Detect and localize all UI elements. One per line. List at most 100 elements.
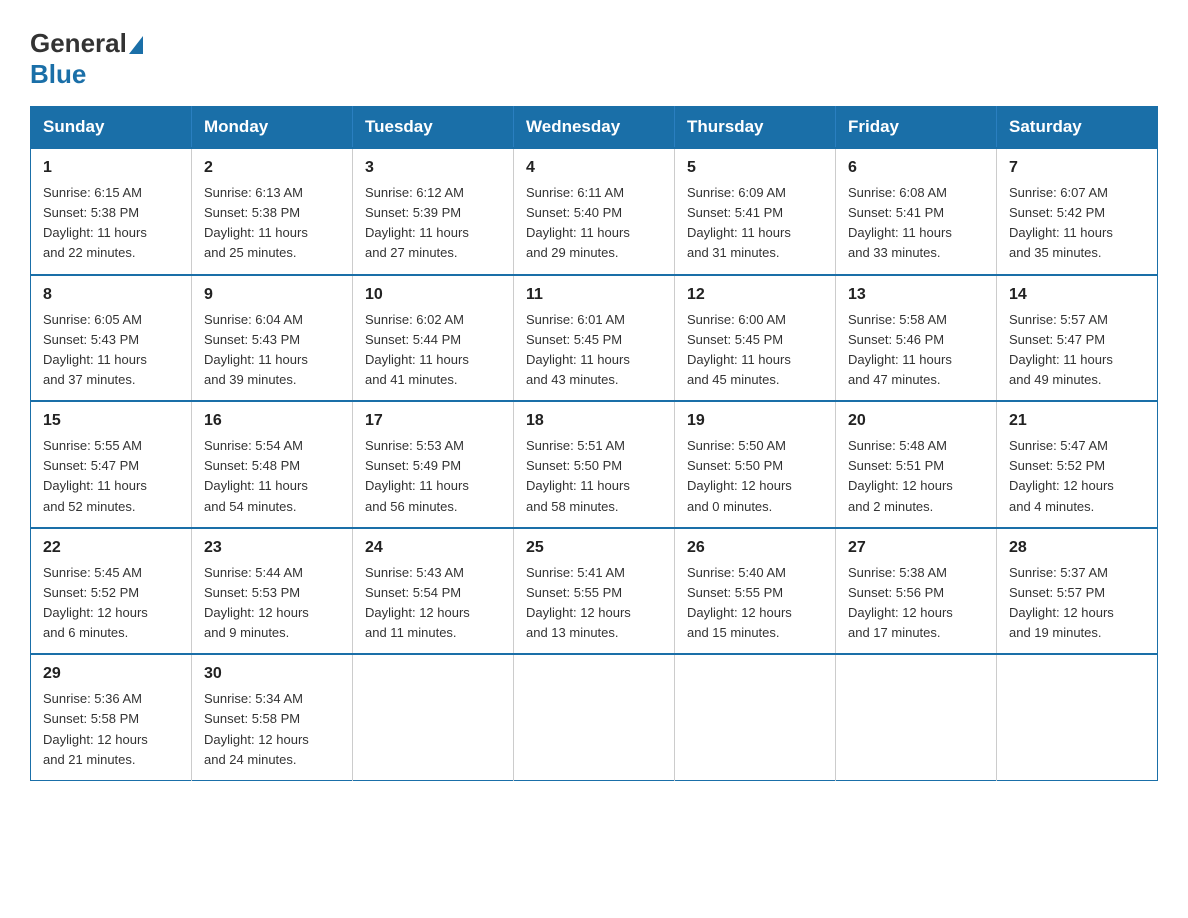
calendar-day-cell: 24 Sunrise: 5:43 AM Sunset: 5:54 PM Dayli… — [353, 528, 514, 655]
day-info: Sunrise: 5:54 AM Sunset: 5:48 PM Dayligh… — [204, 436, 340, 517]
calendar-day-cell: 22 Sunrise: 5:45 AM Sunset: 5:52 PM Dayli… — [31, 528, 192, 655]
calendar-day-cell: 30Sunrise: 5:34 AM Sunset: 5:58 PM Dayli… — [192, 654, 353, 780]
day-info: Sunrise: 5:57 AM Sunset: 5:47 PM Dayligh… — [1009, 310, 1145, 391]
day-info: Sunrise: 5:38 AM Sunset: 5:56 PM Dayligh… — [848, 563, 984, 644]
day-info: Sunrise: 6:08 AM Sunset: 5:41 PM Dayligh… — [848, 183, 984, 264]
day-info: Sunrise: 5:58 AM Sunset: 5:46 PM Dayligh… — [848, 310, 984, 391]
logo-arrow-icon — [129, 36, 143, 54]
day-info: Sunrise: 6:00 AM Sunset: 5:45 PM Dayligh… — [687, 310, 823, 391]
day-info: Sunrise: 5:47 AM Sunset: 5:52 PM Dayligh… — [1009, 436, 1145, 517]
calendar-day-cell: 12 Sunrise: 6:00 AM Sunset: 5:45 PM Dayli… — [675, 275, 836, 402]
calendar-day-cell: 8 Sunrise: 6:05 AM Sunset: 5:43 PM Daylig… — [31, 275, 192, 402]
calendar-day-cell: 26Sunrise: 5:40 AM Sunset: 5:55 PM Dayli… — [675, 528, 836, 655]
logo: General Blue — [30, 20, 143, 90]
calendar-day-cell: 23Sunrise: 5:44 AM Sunset: 5:53 PM Dayli… — [192, 528, 353, 655]
day-number: 2 — [204, 159, 340, 177]
day-number: 15 — [43, 412, 179, 430]
day-info: Sunrise: 5:41 AM Sunset: 5:55 PM Dayligh… — [526, 563, 662, 644]
day-number: 8 — [43, 286, 179, 304]
calendar-day-cell — [675, 654, 836, 780]
day-info: Sunrise: 5:51 AM Sunset: 5:50 PM Dayligh… — [526, 436, 662, 517]
calendar-day-cell: 18 Sunrise: 5:51 AM Sunset: 5:50 PM Dayli… — [514, 401, 675, 528]
day-info: Sunrise: 6:01 AM Sunset: 5:45 PM Dayligh… — [526, 310, 662, 391]
day-info: Sunrise: 6:12 AM Sunset: 5:39 PM Dayligh… — [365, 183, 501, 264]
calendar-day-cell: 15 Sunrise: 5:55 AM Sunset: 5:47 PM Dayli… — [31, 401, 192, 528]
calendar-day-cell: 6 Sunrise: 6:08 AM Sunset: 5:41 PM Daylig… — [836, 148, 997, 275]
logo-blue-text: Blue — [30, 59, 86, 90]
day-number: 30 — [204, 665, 340, 683]
day-number: 6 — [848, 159, 984, 177]
calendar-day-cell: 28 Sunrise: 5:37 AM Sunset: 5:57 PM Dayli… — [997, 528, 1158, 655]
header: General Blue — [30, 20, 1158, 90]
calendar-header-saturday: Saturday — [997, 107, 1158, 149]
day-info: Sunrise: 6:11 AM Sunset: 5:40 PM Dayligh… — [526, 183, 662, 264]
day-number: 3 — [365, 159, 501, 177]
calendar-day-cell — [514, 654, 675, 780]
calendar-day-cell: 11 Sunrise: 6:01 AM Sunset: 5:45 PM Dayli… — [514, 275, 675, 402]
calendar-day-cell: 17 Sunrise: 5:53 AM Sunset: 5:49 PM Dayli… — [353, 401, 514, 528]
day-info: Sunrise: 5:37 AM Sunset: 5:57 PM Dayligh… — [1009, 563, 1145, 644]
calendar-day-cell: 20 Sunrise: 5:48 AM Sunset: 5:51 PM Dayli… — [836, 401, 997, 528]
day-info: Sunrise: 6:05 AM Sunset: 5:43 PM Dayligh… — [43, 310, 179, 391]
day-number: 4 — [526, 159, 662, 177]
calendar-day-cell — [997, 654, 1158, 780]
calendar-header-thursday: Thursday — [675, 107, 836, 149]
calendar-header-row: SundayMondayTuesdayWednesdayThursdayFrid… — [31, 107, 1158, 149]
day-number: 21 — [1009, 412, 1145, 430]
day-number: 29 — [43, 665, 179, 683]
calendar-day-cell: 10 Sunrise: 6:02 AM Sunset: 5:44 PM Dayli… — [353, 275, 514, 402]
day-number: 10 — [365, 286, 501, 304]
calendar-day-cell: 3 Sunrise: 6:12 AM Sunset: 5:39 PM Daylig… — [353, 148, 514, 275]
calendar-header-friday: Friday — [836, 107, 997, 149]
logo-general-text: General — [30, 28, 127, 59]
day-info: Sunrise: 6:07 AM Sunset: 5:42 PM Dayligh… — [1009, 183, 1145, 264]
calendar-header-sunday: Sunday — [31, 107, 192, 149]
calendar-week-row: 15 Sunrise: 5:55 AM Sunset: 5:47 PM Dayli… — [31, 401, 1158, 528]
day-number: 12 — [687, 286, 823, 304]
day-number: 22 — [43, 539, 179, 557]
day-number: 11 — [526, 286, 662, 304]
day-number: 27 — [848, 539, 984, 557]
calendar-table: SundayMondayTuesdayWednesdayThursdayFrid… — [30, 106, 1158, 781]
day-info: Sunrise: 5:48 AM Sunset: 5:51 PM Dayligh… — [848, 436, 984, 517]
day-info: Sunrise: 6:02 AM Sunset: 5:44 PM Dayligh… — [365, 310, 501, 391]
calendar-day-cell — [836, 654, 997, 780]
day-number: 5 — [687, 159, 823, 177]
day-info: Sunrise: 5:53 AM Sunset: 5:49 PM Dayligh… — [365, 436, 501, 517]
day-number: 17 — [365, 412, 501, 430]
day-info: Sunrise: 5:45 AM Sunset: 5:52 PM Dayligh… — [43, 563, 179, 644]
day-number: 24 — [365, 539, 501, 557]
day-number: 14 — [1009, 286, 1145, 304]
calendar-week-row: 29Sunrise: 5:36 AM Sunset: 5:58 PM Dayli… — [31, 654, 1158, 780]
calendar-week-row: 22 Sunrise: 5:45 AM Sunset: 5:52 PM Dayli… — [31, 528, 1158, 655]
day-number: 18 — [526, 412, 662, 430]
day-number: 23 — [204, 539, 340, 557]
day-number: 7 — [1009, 159, 1145, 177]
calendar-week-row: 8 Sunrise: 6:05 AM Sunset: 5:43 PM Daylig… — [31, 275, 1158, 402]
logo-blue-part — [127, 36, 143, 52]
calendar-day-cell: 7 Sunrise: 6:07 AM Sunset: 5:42 PM Daylig… — [997, 148, 1158, 275]
day-info: Sunrise: 6:04 AM Sunset: 5:43 PM Dayligh… — [204, 310, 340, 391]
calendar-day-cell: 5 Sunrise: 6:09 AM Sunset: 5:41 PM Daylig… — [675, 148, 836, 275]
calendar-header-wednesday: Wednesday — [514, 107, 675, 149]
day-number: 16 — [204, 412, 340, 430]
day-info: Sunrise: 5:55 AM Sunset: 5:47 PM Dayligh… — [43, 436, 179, 517]
day-info: Sunrise: 6:15 AM Sunset: 5:38 PM Dayligh… — [43, 183, 179, 264]
calendar-day-cell — [353, 654, 514, 780]
day-info: Sunrise: 6:09 AM Sunset: 5:41 PM Dayligh… — [687, 183, 823, 264]
day-info: Sunrise: 5:40 AM Sunset: 5:55 PM Dayligh… — [687, 563, 823, 644]
calendar-day-cell: 2Sunrise: 6:13 AM Sunset: 5:38 PM Daylig… — [192, 148, 353, 275]
day-number: 28 — [1009, 539, 1145, 557]
calendar-day-cell: 29Sunrise: 5:36 AM Sunset: 5:58 PM Dayli… — [31, 654, 192, 780]
calendar-day-cell: 1 Sunrise: 6:15 AM Sunset: 5:38 PM Daylig… — [31, 148, 192, 275]
day-number: 19 — [687, 412, 823, 430]
calendar-header-tuesday: Tuesday — [353, 107, 514, 149]
day-number: 1 — [43, 159, 179, 177]
calendar-day-cell: 14 Sunrise: 5:57 AM Sunset: 5:47 PM Dayli… — [997, 275, 1158, 402]
day-number: 20 — [848, 412, 984, 430]
calendar-day-cell: 13Sunrise: 5:58 AM Sunset: 5:46 PM Dayli… — [836, 275, 997, 402]
calendar-day-cell: 9 Sunrise: 6:04 AM Sunset: 5:43 PM Daylig… — [192, 275, 353, 402]
day-info: Sunrise: 5:43 AM Sunset: 5:54 PM Dayligh… — [365, 563, 501, 644]
day-info: Sunrise: 5:50 AM Sunset: 5:50 PM Dayligh… — [687, 436, 823, 517]
day-number: 9 — [204, 286, 340, 304]
